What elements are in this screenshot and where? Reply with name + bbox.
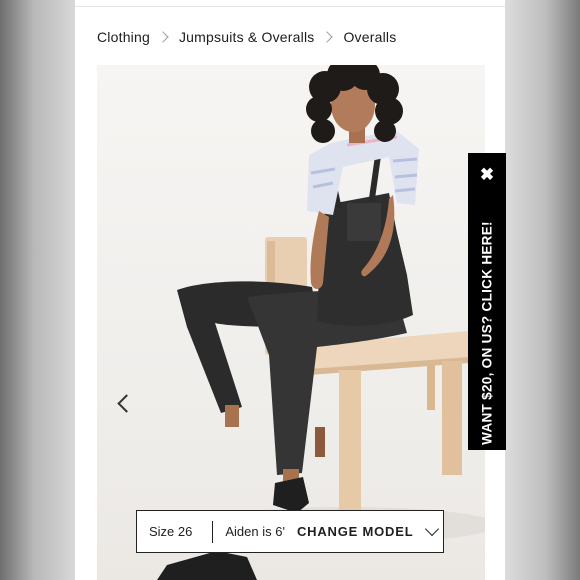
model-photo-illustration — [157, 65, 485, 580]
chevron-right-icon — [321, 31, 334, 43]
right-backdrop — [505, 0, 580, 580]
chevron-right-icon — [157, 31, 169, 43]
close-icon[interactable]: ✖ — [468, 165, 506, 185]
chevron-left-icon[interactable] — [114, 391, 130, 417]
promo-tab[interactable]: ✖ WANT $20, ON US? CLICK HERE! — [468, 153, 506, 450]
chevron-down-icon[interactable] — [425, 521, 440, 537]
change-model-button[interactable]: CHANGE MODEL — [297, 524, 414, 539]
breadcrumb-overalls[interactable]: Overalls — [343, 29, 396, 45]
breadcrumb-clothing[interactable]: Clothing — [97, 29, 150, 45]
breadcrumb: Clothing Jumpsuits & Overalls Overalls — [97, 26, 396, 48]
product-page: Clothing Jumpsuits & Overalls Overalls S… — [75, 0, 505, 580]
left-backdrop — [0, 0, 75, 580]
model-height: Aiden is 6' — [225, 524, 285, 539]
promo-label[interactable]: WANT $20, ON US? CLICK HERE! — [480, 221, 495, 445]
product-image[interactable] — [97, 65, 485, 580]
breadcrumb-jumpsuits-overalls[interactable]: Jumpsuits & Overalls — [179, 29, 314, 45]
model-selector[interactable]: Size 26 Aiden is 6' CHANGE MODEL — [136, 510, 444, 553]
header-divider — [75, 6, 505, 7]
divider — [212, 520, 214, 543]
model-size: Size 26 — [149, 524, 193, 539]
